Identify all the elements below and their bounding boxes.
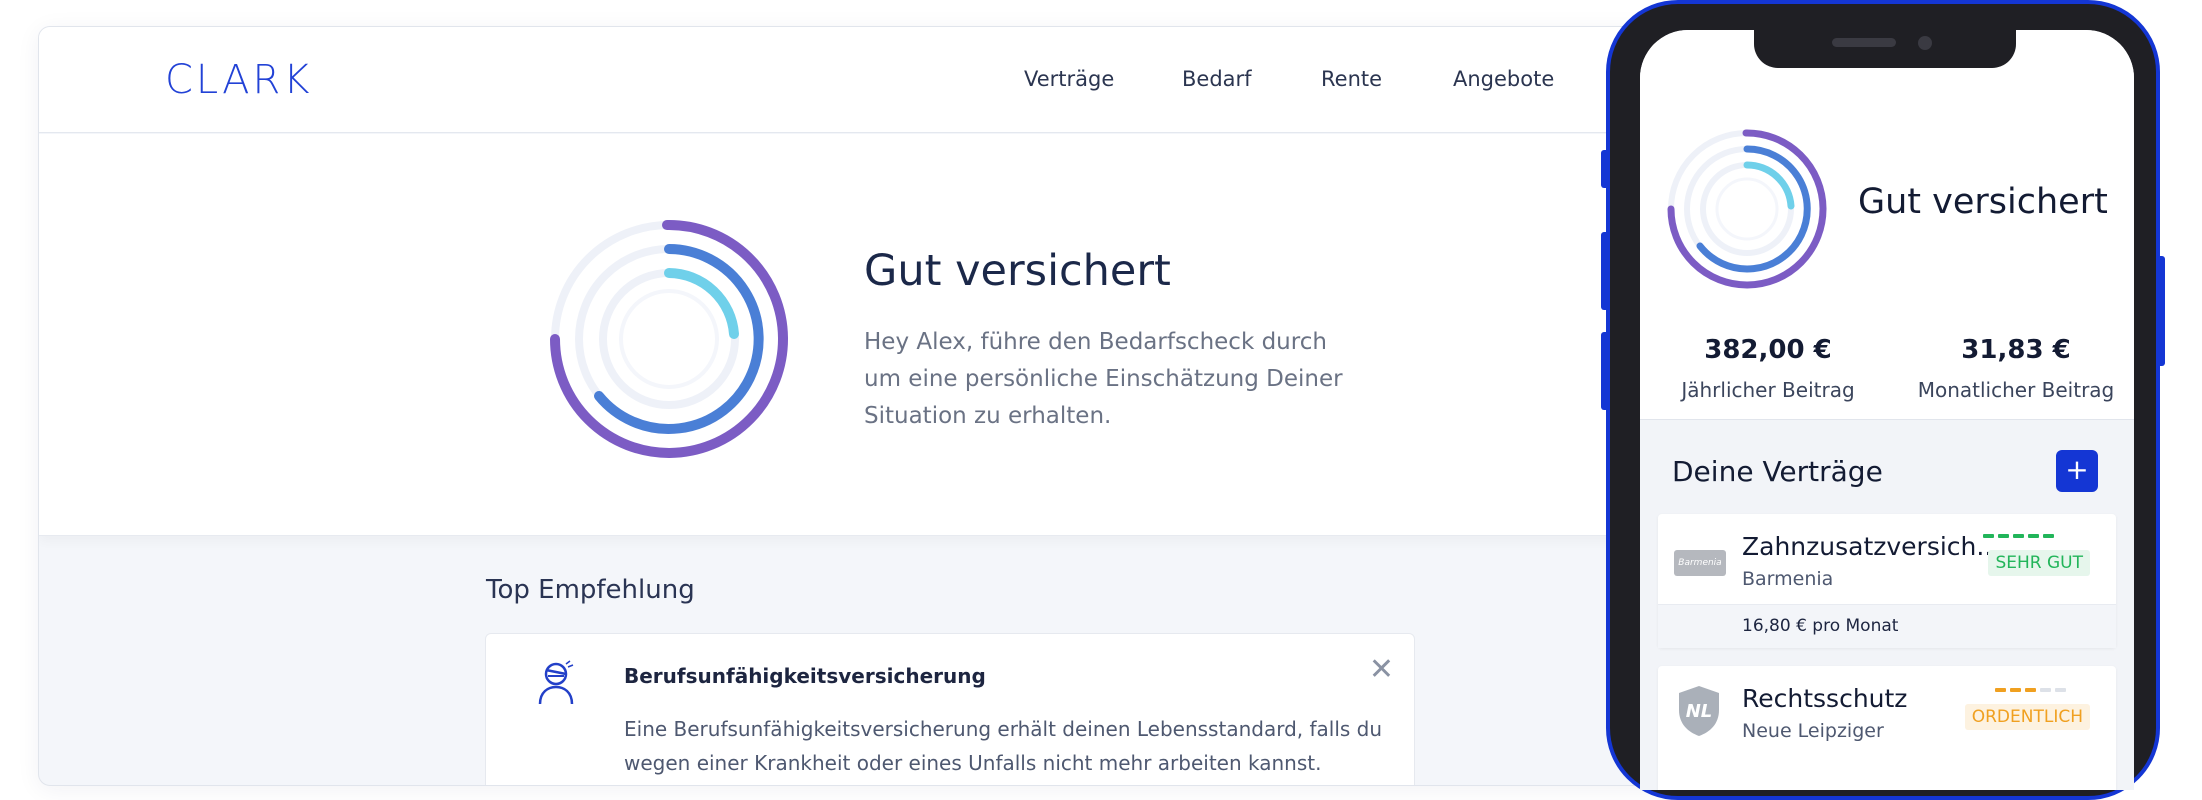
contract-card[interactable]: NL Rechtsschutz Neue Leipziger ORDENTLIC…	[1658, 666, 2116, 790]
top-navigation: CLARK Verträge Bedarf Rente Angebote	[39, 27, 1697, 133]
neue-leipziger-shield-logo: NL	[1679, 686, 1719, 736]
contract-name: Zahnzusatzversich...	[1742, 532, 2001, 561]
contract-card[interactable]: Barmenia Zahnzusatzversich... Barmenia S…	[1658, 514, 2116, 648]
nav-item-rente[interactable]: Rente	[1321, 67, 1382, 91]
rating-badge: SEHR GUT	[1988, 550, 2090, 576]
nav-item-angebote[interactable]: Angebote	[1453, 67, 1554, 91]
phone-summary-panel: Gut versichert 382,00 € Jährlicher Beitr…	[1640, 30, 2134, 420]
recommendation-card[interactable]: Berufsunfähigkeitsversicherung Eine Beru…	[485, 633, 1415, 785]
shield-logo-text: NL	[1686, 701, 1713, 722]
contract-price: 16,80 € pro Monat	[1742, 616, 1899, 636]
hero-text: Hey Alex, führe den Bedarfscheck durch u…	[864, 329, 1343, 429]
add-contract-button[interactable]: +	[2056, 450, 2098, 492]
rating-bars	[1995, 688, 2066, 692]
phone-camera	[1918, 36, 1932, 50]
close-icon[interactable]: ✕	[1369, 652, 1394, 687]
yearly-premium-label: Jährlicher Beitrag	[1681, 378, 1855, 402]
hero-title: Gut versichert	[864, 246, 1171, 296]
contract-footer: 16,80 € pro Monat	[1658, 604, 2116, 648]
contract-insurer: Barmenia	[1742, 568, 1834, 590]
phone-screen: Gut versichert 382,00 € Jährlicher Beitr…	[1640, 30, 2134, 790]
phone-notch	[1754, 28, 2016, 68]
contract-name: Rechtsschutz	[1742, 684, 1908, 713]
yearly-premium-value: 382,00 €	[1704, 335, 1832, 365]
monthly-premium-value: 31,83 €	[1961, 335, 2071, 365]
recommendation-card-text: Eine Berufsunfähigkeitsversicherung erhä…	[624, 717, 1383, 775]
monthly-premium-label: Monatlicher Beitrag	[1917, 378, 2115, 402]
person-injured-icon	[538, 660, 574, 705]
contracts-section-title: Deine Verträge	[1672, 455, 1883, 488]
phone-frame: Gut versichert 382,00 € Jährlicher Beitr…	[1606, 0, 2160, 800]
nav-item-bedarf[interactable]: Bedarf	[1182, 67, 1252, 91]
hero-section: Gut versichert Hey Alex, führe den Bedar…	[39, 134, 1697, 536]
clark-logo[interactable]: CLARK	[165, 57, 313, 103]
recommendation-section-title: Top Empfehlung	[486, 575, 695, 605]
rating-badge: ORDENTLICH	[1964, 704, 2090, 730]
coverage-ring-chart	[550, 219, 788, 458]
contract-insurer: Neue Leipziger	[1742, 720, 1884, 742]
phone-coverage-ring-chart	[1667, 129, 1827, 289]
desktop-window: CLARK Verträge Bedarf Rente Angebote Gut…	[38, 26, 1698, 786]
phone-speaker	[1832, 38, 1896, 47]
phone-ring-inner	[1743, 161, 1795, 210]
nav-item-vertraege[interactable]: Verträge	[1024, 67, 1114, 91]
recommendation-card-title: Berufsunfähigkeitsversicherung	[624, 664, 986, 688]
rating-bars	[1983, 534, 2054, 538]
phone-title: Gut versichert	[1858, 182, 2108, 222]
insurer-logo: Barmenia	[1674, 550, 1726, 576]
